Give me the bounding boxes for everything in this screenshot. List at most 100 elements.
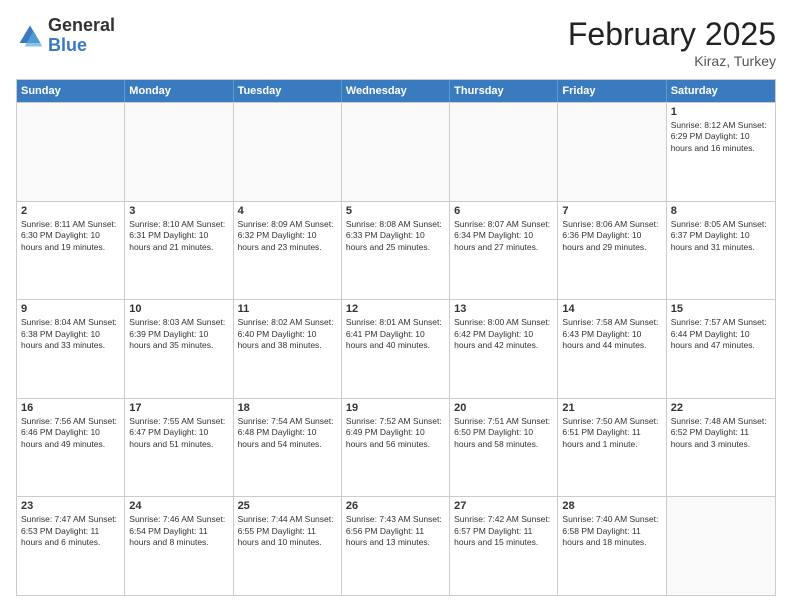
day-number: 10 [129, 303, 228, 315]
day-number: 15 [671, 303, 771, 315]
day-cell-7: 7 Sunrise: 8:06 AM Sunset: 6:36 PM Daylig… [558, 202, 666, 300]
day-info: Sunrise: 7:51 AM Sunset: 6:50 PM Dayligh… [454, 416, 553, 450]
day-info: Sunrise: 7:40 AM Sunset: 6:58 PM Dayligh… [562, 514, 661, 548]
day-cell-25: 25 Sunrise: 7:44 AM Sunset: 6:55 PM Dayli… [234, 497, 342, 595]
day-number: 11 [238, 303, 337, 315]
day-cell-12: 12 Sunrise: 8:01 AM Sunset: 6:41 PM Dayli… [342, 300, 450, 398]
day-info: Sunrise: 7:46 AM Sunset: 6:54 PM Dayligh… [129, 514, 228, 548]
day-cell-14: 14 Sunrise: 7:58 AM Sunset: 6:43 PM Dayli… [558, 300, 666, 398]
location: Kiraz, Turkey [568, 53, 776, 69]
day-info: Sunrise: 7:56 AM Sunset: 6:46 PM Dayligh… [21, 416, 120, 450]
day-number: 21 [562, 402, 661, 414]
day-cell-1: 1 Sunrise: 8:12 AM Sunset: 6:29 PM Daylig… [667, 103, 775, 201]
day-cell-3: 3 Sunrise: 8:10 AM Sunset: 6:31 PM Daylig… [125, 202, 233, 300]
day-number: 5 [346, 205, 445, 217]
title-section: February 2025 Kiraz, Turkey [568, 16, 776, 69]
calendar-row-1: 2Sunrise: 8:11 AM Sunset: 6:30 PM Daylig… [17, 201, 775, 300]
empty-cell-0-3 [342, 103, 450, 201]
day-number: 27 [454, 500, 553, 512]
weekday-header-sunday: Sunday [17, 80, 125, 102]
calendar-header: SundayMondayTuesdayWednesdayThursdayFrid… [17, 80, 775, 102]
day-number: 25 [238, 500, 337, 512]
weekday-header-tuesday: Tuesday [234, 80, 342, 102]
day-info: Sunrise: 7:44 AM Sunset: 6:55 PM Dayligh… [238, 514, 337, 548]
day-info: Sunrise: 8:08 AM Sunset: 6:33 PM Dayligh… [346, 219, 445, 253]
day-cell-20: 20 Sunrise: 7:51 AM Sunset: 6:50 PM Dayli… [450, 399, 558, 497]
logo: General Blue [16, 16, 115, 56]
day-number: 12 [346, 303, 445, 315]
day-cell-17: 17Sunrise: 7:55 AM Sunset: 6:47 PM Dayli… [125, 399, 233, 497]
day-cell-5: 5 Sunrise: 8:08 AM Sunset: 6:33 PM Daylig… [342, 202, 450, 300]
day-cell-9: 9 Sunrise: 8:04 AM Sunset: 6:38 PM Daylig… [17, 300, 125, 398]
day-number: 3 [129, 205, 228, 217]
day-info: Sunrise: 7:43 AM Sunset: 6:56 PM Dayligh… [346, 514, 445, 548]
day-cell-21: 21 Sunrise: 7:50 AM Sunset: 6:51 PM Dayli… [558, 399, 666, 497]
calendar: SundayMondayTuesdayWednesdayThursdayFrid… [16, 79, 776, 596]
day-number: 24 [129, 500, 228, 512]
day-cell-28: 28 Sunrise: 7:40 AM Sunset: 6:58 PM Dayli… [558, 497, 666, 595]
day-info: Sunrise: 7:47 AM Sunset: 6:53 PM Dayligh… [21, 514, 120, 548]
weekday-header-friday: Friday [558, 80, 666, 102]
day-info: Sunrise: 8:06 AM Sunset: 6:36 PM Dayligh… [562, 219, 661, 253]
weekday-header-saturday: Saturday [667, 80, 775, 102]
day-info: Sunrise: 8:12 AM Sunset: 6:29 PM Dayligh… [671, 120, 771, 154]
day-number: 9 [21, 303, 120, 315]
weekday-header-wednesday: Wednesday [342, 80, 450, 102]
day-info: Sunrise: 7:57 AM Sunset: 6:44 PM Dayligh… [671, 317, 771, 351]
day-cell-18: 18 Sunrise: 7:54 AM Sunset: 6:48 PM Dayli… [234, 399, 342, 497]
day-cell-19: 19Sunrise: 7:52 AM Sunset: 6:49 PM Dayli… [342, 399, 450, 497]
month-title: February 2025 [568, 16, 776, 53]
day-cell-22: 22 Sunrise: 7:48 AM Sunset: 6:52 PM Dayli… [667, 399, 775, 497]
header: General Blue February 2025 Kiraz, Turkey [16, 16, 776, 69]
day-cell-13: 13 Sunrise: 8:00 AM Sunset: 6:42 PM Dayli… [450, 300, 558, 398]
day-number: 18 [238, 402, 337, 414]
day-number: 16 [21, 402, 120, 414]
day-info: Sunrise: 7:55 AM Sunset: 6:47 PM Dayligh… [129, 416, 228, 450]
calendar-body: 1 Sunrise: 8:12 AM Sunset: 6:29 PM Daylig… [17, 102, 775, 595]
day-info: Sunrise: 7:58 AM Sunset: 6:43 PM Dayligh… [562, 317, 661, 351]
day-cell-16: 16 Sunrise: 7:56 AM Sunset: 6:46 PM Dayli… [17, 399, 125, 497]
day-cell-10: 10 Sunrise: 8:03 AM Sunset: 6:39 PM Dayli… [125, 300, 233, 398]
day-info: Sunrise: 8:00 AM Sunset: 6:42 PM Dayligh… [454, 317, 553, 351]
calendar-row-3: 16 Sunrise: 7:56 AM Sunset: 6:46 PM Dayli… [17, 398, 775, 497]
calendar-row-0: 1 Sunrise: 8:12 AM Sunset: 6:29 PM Daylig… [17, 102, 775, 201]
day-number: 8 [671, 205, 771, 217]
day-info: Sunrise: 8:03 AM Sunset: 6:39 PM Dayligh… [129, 317, 228, 351]
day-info: Sunrise: 8:10 AM Sunset: 6:31 PM Dayligh… [129, 219, 228, 253]
logo-text: General Blue [48, 16, 115, 56]
day-cell-4: 4 Sunrise: 8:09 AM Sunset: 6:32 PM Daylig… [234, 202, 342, 300]
calendar-row-2: 9 Sunrise: 8:04 AM Sunset: 6:38 PM Daylig… [17, 299, 775, 398]
day-info: Sunrise: 7:54 AM Sunset: 6:48 PM Dayligh… [238, 416, 337, 450]
day-number: 4 [238, 205, 337, 217]
day-number: 28 [562, 500, 661, 512]
empty-cell-4-6 [667, 497, 775, 595]
logo-general-text: General [48, 16, 115, 36]
weekday-header-thursday: Thursday [450, 80, 558, 102]
day-cell-27: 27Sunrise: 7:42 AM Sunset: 6:57 PM Dayli… [450, 497, 558, 595]
day-cell-8: 8Sunrise: 8:05 AM Sunset: 6:37 PM Daylig… [667, 202, 775, 300]
day-number: 22 [671, 402, 771, 414]
page: General Blue February 2025 Kiraz, Turkey… [0, 0, 792, 612]
day-number: 6 [454, 205, 553, 217]
day-cell-2: 2Sunrise: 8:11 AM Sunset: 6:30 PM Daylig… [17, 202, 125, 300]
day-cell-26: 26Sunrise: 7:43 AM Sunset: 6:56 PM Dayli… [342, 497, 450, 595]
day-cell-6: 6 Sunrise: 8:07 AM Sunset: 6:34 PM Daylig… [450, 202, 558, 300]
day-number: 7 [562, 205, 661, 217]
day-info: Sunrise: 7:50 AM Sunset: 6:51 PM Dayligh… [562, 416, 661, 450]
logo-icon [16, 22, 44, 50]
day-cell-24: 24 Sunrise: 7:46 AM Sunset: 6:54 PM Dayli… [125, 497, 233, 595]
day-info: Sunrise: 7:48 AM Sunset: 6:52 PM Dayligh… [671, 416, 771, 450]
day-info: Sunrise: 8:09 AM Sunset: 6:32 PM Dayligh… [238, 219, 337, 253]
day-number: 1 [671, 106, 771, 118]
day-number: 13 [454, 303, 553, 315]
weekday-header-monday: Monday [125, 80, 233, 102]
day-cell-23: 23Sunrise: 7:47 AM Sunset: 6:53 PM Dayli… [17, 497, 125, 595]
empty-cell-0-4 [450, 103, 558, 201]
day-info: Sunrise: 8:04 AM Sunset: 6:38 PM Dayligh… [21, 317, 120, 351]
day-number: 14 [562, 303, 661, 315]
day-info: Sunrise: 8:02 AM Sunset: 6:40 PM Dayligh… [238, 317, 337, 351]
day-info: Sunrise: 8:01 AM Sunset: 6:41 PM Dayligh… [346, 317, 445, 351]
day-info: Sunrise: 8:07 AM Sunset: 6:34 PM Dayligh… [454, 219, 553, 253]
empty-cell-0-0 [17, 103, 125, 201]
day-number: 20 [454, 402, 553, 414]
